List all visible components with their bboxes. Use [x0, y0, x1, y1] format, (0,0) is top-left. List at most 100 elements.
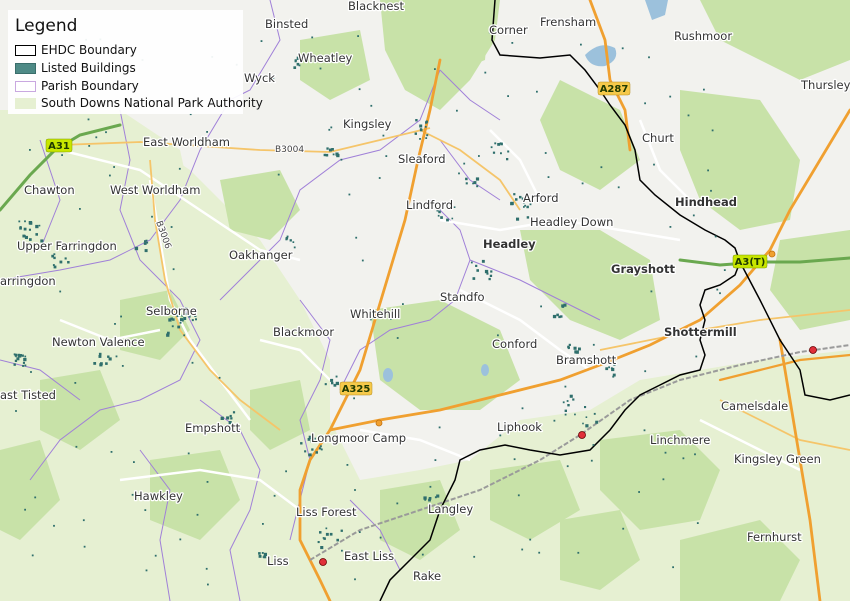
- place-label-wyck[interactable]: Wyck: [243, 70, 277, 87]
- place-label-longmoor-camp[interactable]: Longmoor Camp: [310, 430, 408, 447]
- listed-building-marker: [486, 272, 489, 275]
- listed-building-marker: [714, 235, 717, 238]
- legend-swatch-ehdc-boundary: [15, 45, 36, 56]
- place-label-headley-down[interactable]: Headley Down: [529, 214, 615, 231]
- listed-building-marker: [292, 241, 295, 243]
- place-label-standford[interactable]: Standfo: [439, 289, 486, 306]
- listed-building-marker: [88, 145, 91, 147]
- listed-building-marker: [120, 315, 122, 318]
- place-label-west-worldham[interactable]: West Worldham: [109, 182, 202, 199]
- listed-building-marker: [569, 394, 573, 398]
- listed-building-marker: [436, 494, 440, 498]
- place-label-rushmoor[interactable]: Rushmoor: [673, 28, 734, 45]
- place-label-fernhurst[interactable]: Fernhurst: [746, 529, 804, 546]
- place-label-upper-farringdon[interactable]: Upper Farringdon: [16, 238, 118, 255]
- place-label-hawkley[interactable]: Hawkley: [133, 488, 185, 505]
- listed-building-marker: [38, 224, 41, 227]
- listed-building-marker: [315, 451, 318, 454]
- place-label-farringdon[interactable]: arringdon: [0, 273, 57, 290]
- place-label-blacknest[interactable]: Blacknest: [347, 0, 406, 14]
- place-label-corner[interactable]: Corner: [488, 22, 529, 39]
- legend-item-parish-boundary[interactable]: Parish Boundary: [15, 79, 240, 95]
- road-shield-a31: A31: [45, 138, 73, 153]
- listed-building-marker: [664, 451, 667, 454]
- listed-building-marker: [262, 556, 265, 558]
- listed-building-marker: [662, 478, 665, 481]
- listed-building-marker: [547, 176, 550, 178]
- listed-building-marker: [98, 355, 102, 358]
- listed-building-marker: [113, 166, 115, 168]
- listed-building-marker: [552, 314, 557, 319]
- road-shield-a287: A287: [597, 81, 631, 96]
- listed-building-marker: [622, 527, 625, 530]
- place-label-lindford[interactable]: Lindford: [405, 197, 455, 214]
- place-label-oakhanger[interactable]: Oakhanger: [228, 247, 294, 264]
- station-liss[interactable]: [319, 558, 327, 566]
- place-label-newton-valence[interactable]: Newton Valence: [51, 334, 146, 351]
- place-label-east-tisted[interactable]: ast Tisted: [0, 387, 57, 404]
- place-label-rake[interactable]: Rake: [412, 568, 443, 585]
- legend-item-ehdc-boundary[interactable]: EHDC Boundary: [15, 43, 240, 59]
- station-liphook[interactable]: [578, 431, 586, 439]
- listed-building-marker: [524, 204, 526, 207]
- listed-building-marker: [402, 303, 404, 305]
- listed-building-marker: [572, 398, 575, 401]
- place-label-grayshott[interactable]: Grayshott: [610, 261, 677, 278]
- place-label-wheatley[interactable]: Wheatley: [297, 50, 354, 67]
- place-label-blackmoor[interactable]: Blackmoor: [272, 324, 336, 341]
- place-label-shottermill[interactable]: Shottermill: [663, 324, 738, 341]
- listed-building-marker: [396, 502, 399, 505]
- listed-building-marker: [23, 357, 27, 362]
- place-label-thursley[interactable]: Thursley: [799, 77, 850, 94]
- place-label-whitehill[interactable]: Whitehill: [349, 306, 402, 323]
- place-label-bramshott[interactable]: Bramshott: [555, 352, 618, 369]
- listed-building-marker: [317, 541, 320, 544]
- legend-item-listed-buildings[interactable]: Listed Buildings: [15, 61, 240, 77]
- legend-item-national-park[interactable]: South Downs National Park Authority: [15, 96, 263, 112]
- listed-building-marker: [585, 424, 589, 428]
- place-label-east-liss[interactable]: East Liss: [343, 548, 396, 565]
- listed-building-marker: [521, 548, 524, 551]
- place-label-liss-forest[interactable]: Liss Forest: [295, 504, 359, 521]
- place-label-liss[interactable]: Liss: [266, 553, 290, 570]
- listed-building-marker: [179, 318, 183, 322]
- listed-building-marker: [22, 234, 26, 238]
- place-label-binsted[interactable]: Binsted: [264, 16, 310, 33]
- listed-building-marker: [59, 290, 62, 293]
- place-label-east-worldham[interactable]: East Worldham: [142, 134, 231, 151]
- listed-building-marker: [536, 90, 538, 93]
- place-label-langley[interactable]: Langley: [427, 501, 475, 518]
- listed-building-marker: [324, 383, 327, 386]
- place-label-linchmere[interactable]: Linchmere: [649, 432, 712, 449]
- listed-building-marker: [434, 68, 436, 70]
- place-label-sleaford[interactable]: Sleaford: [397, 151, 447, 168]
- listed-building-marker: [191, 319, 194, 322]
- place-label-headley[interactable]: Headley: [482, 236, 538, 253]
- place-label-churt[interactable]: Churt: [641, 130, 676, 147]
- place-label-kingsley[interactable]: Kingsley: [342, 116, 393, 133]
- place-label-chawton[interactable]: Chawton: [23, 182, 76, 199]
- place-label-camelsdale[interactable]: Camelsdale: [720, 398, 790, 415]
- place-label-liphook[interactable]: Liphook: [496, 419, 544, 436]
- junction-marker: [375, 419, 383, 427]
- listed-building-marker: [425, 120, 428, 123]
- listed-building-marker: [492, 151, 496, 154]
- place-label-frensham[interactable]: Frensham: [539, 14, 598, 31]
- listed-building-marker: [262, 523, 264, 525]
- listed-building-marker: [513, 193, 516, 196]
- listed-building-marker: [30, 371, 32, 373]
- place-label-kingsley-green[interactable]: Kingsley Green: [733, 451, 822, 468]
- place-label-empshott[interactable]: Empshott: [184, 420, 242, 437]
- place-label-hindhead[interactable]: Hindhead: [674, 194, 738, 211]
- listed-building-marker: [170, 226, 173, 228]
- listed-building-marker: [538, 551, 541, 554]
- place-label-conford[interactable]: Conford: [491, 336, 539, 353]
- listed-building-marker: [14, 359, 18, 362]
- listed-building-marker: [67, 261, 70, 264]
- listed-building-marker: [53, 256, 56, 260]
- station-haslemere[interactable]: [809, 346, 817, 354]
- listed-building-marker: [74, 382, 77, 384]
- place-label-selborne[interactable]: Selborne: [145, 303, 198, 320]
- listed-building-marker: [695, 355, 698, 358]
- place-label-arford[interactable]: Arford: [522, 190, 560, 207]
